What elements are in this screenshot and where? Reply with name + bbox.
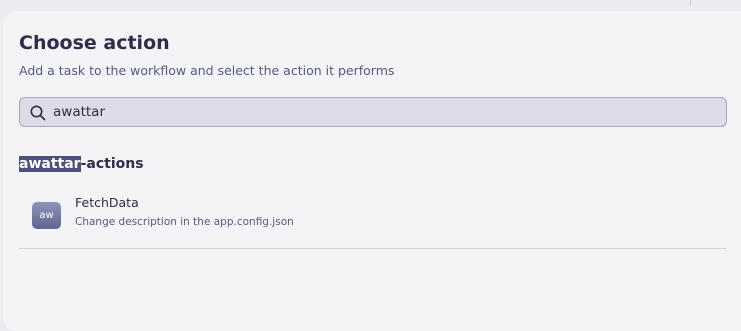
action-name: FetchData [75,195,139,210]
search-input[interactable] [53,100,713,124]
search-highlight: awattar [19,156,81,172]
group-suffix: -actions [80,156,144,172]
action-item-fetchdata[interactable]: aw FetchData Change description in the a… [19,190,727,238]
dialog-subtitle: Add a task to the workflow and select th… [19,63,395,78]
search-box[interactable] [19,97,727,127]
list-divider [19,248,727,249]
search-icon [30,105,46,121]
action-app-icon: aw [32,202,61,229]
top-divider [690,0,691,5]
dialog-title: Choose action [19,32,170,54]
action-description: Change description in the app.config.jso… [75,216,294,228]
action-group-heading: awattar-actions [19,155,144,173]
